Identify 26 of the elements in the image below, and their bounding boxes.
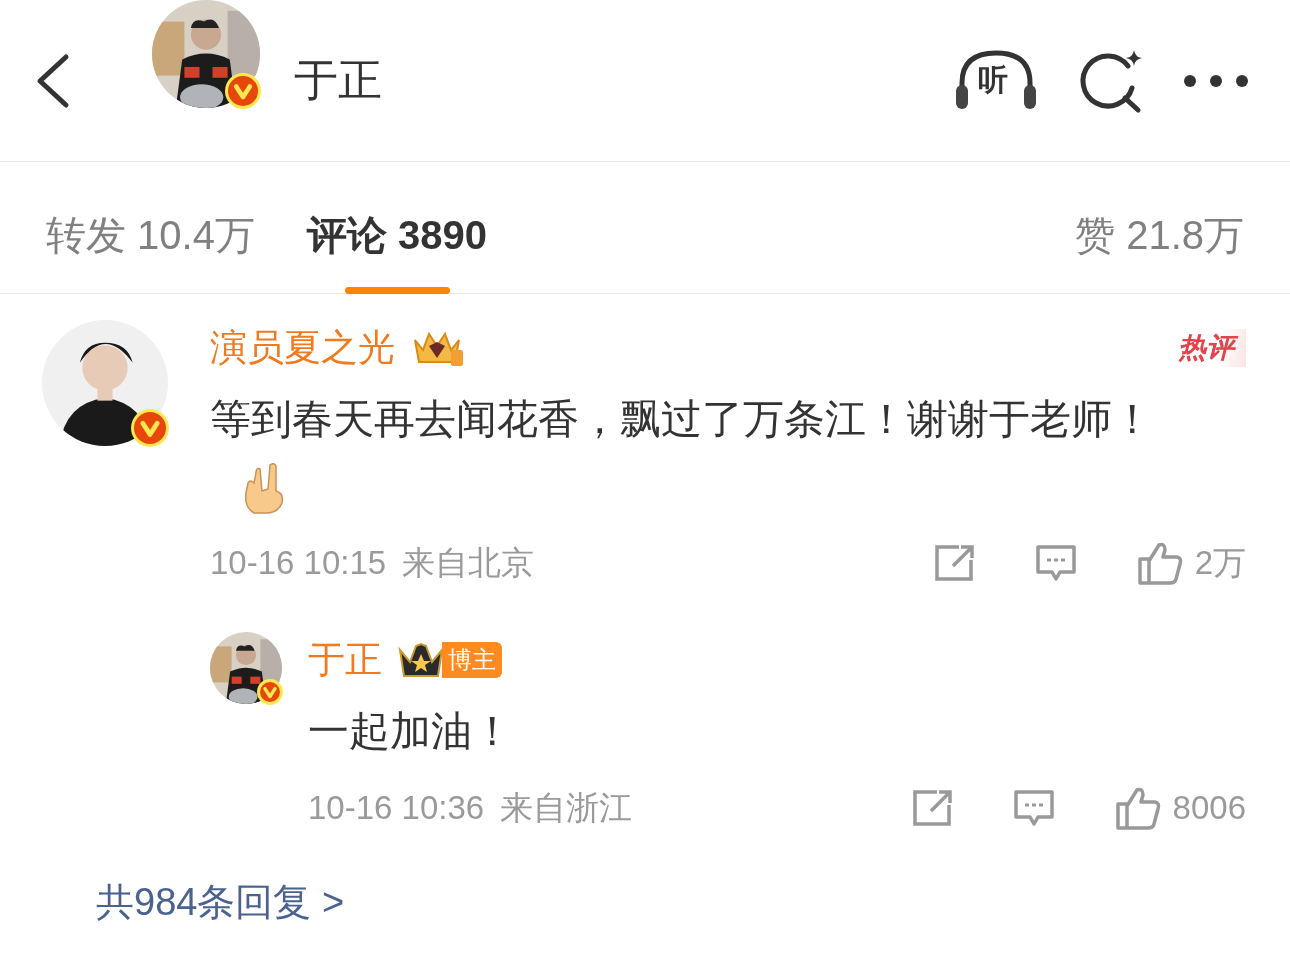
author-badge: 博主 bbox=[442, 642, 502, 678]
author-name[interactable]: 于正 bbox=[308, 635, 382, 685]
like-count: 2万 bbox=[1194, 542, 1246, 583]
location: 来自浙江 bbox=[500, 787, 633, 828]
timestamp: 10-16 10:36 bbox=[308, 789, 485, 827]
listen-label: 听 bbox=[978, 62, 1008, 97]
reply-text: 一起加油！ bbox=[308, 707, 514, 756]
page-title: 于正 bbox=[294, 54, 382, 106]
tab[interactable]: 赞 21.8万 bbox=[1075, 162, 1244, 294]
author-name[interactable]: 演员夏之光 bbox=[210, 323, 395, 373]
like-icon[interactable] bbox=[1114, 786, 1161, 830]
tab[interactable]: 评论 3890 bbox=[306, 162, 488, 294]
location: 来自北京 bbox=[402, 542, 535, 583]
hot-comment-badge: 热评 bbox=[1178, 329, 1246, 367]
comment-icon[interactable] bbox=[1034, 544, 1077, 582]
comment-icon[interactable] bbox=[1012, 789, 1055, 827]
like-icon[interactable] bbox=[1136, 541, 1183, 585]
more-replies-link[interactable]: 共984条回复 > bbox=[96, 877, 345, 928]
share-icon[interactable] bbox=[932, 544, 975, 582]
tab[interactable]: 转发 10.4万 bbox=[46, 162, 255, 294]
comment-text: 等到春天再去闻花香，飘过了万条江！谢谢于老师！ bbox=[210, 386, 1210, 520]
more-icon[interactable] bbox=[1184, 72, 1248, 89]
share-icon[interactable] bbox=[910, 789, 953, 827]
like-count: 8006 bbox=[1172, 789, 1246, 827]
timestamp: 10-16 10:15 bbox=[210, 544, 387, 582]
listen-button[interactable]: 听 bbox=[954, 48, 1038, 113]
